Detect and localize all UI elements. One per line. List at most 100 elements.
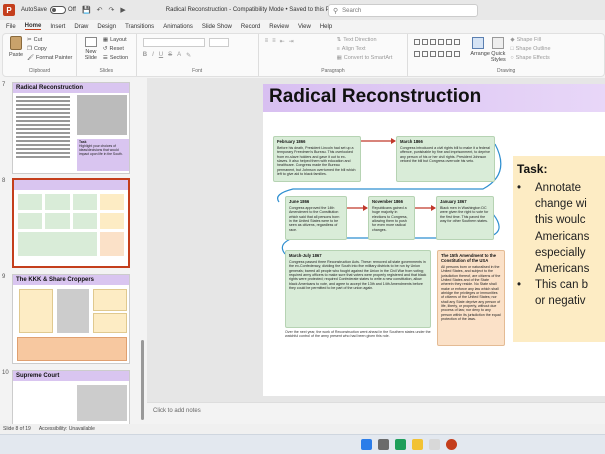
italic-icon[interactable]: I: [152, 52, 154, 59]
new-slide-icon: [84, 37, 97, 47]
clipboard-group-label: Clipboard: [28, 68, 51, 74]
timeline-connectors: [277, 138, 502, 255]
shape-outline-button[interactable]: □ Shape Outline: [510, 46, 550, 52]
slide-thumbnail-7[interactable]: Radical Reconstruction Task Highlight yo…: [12, 82, 130, 174]
menu-tab-design[interactable]: Design: [97, 24, 116, 30]
redo-icon[interactable]: ↷: [109, 6, 115, 14]
slide-counter: Slide 8 of 19: [3, 426, 31, 432]
text-direction-button[interactable]: ⇅ Text Direction: [337, 37, 377, 43]
shape-fill-button[interactable]: ◆ Shape Fill: [510, 37, 541, 43]
decrease-indent-icon[interactable]: ⇤: [280, 38, 285, 45]
menu-tab-draw[interactable]: Draw: [74, 24, 88, 30]
format-painter-button[interactable]: 🖌 Format Painter: [27, 55, 72, 61]
menu-tab-help[interactable]: Help: [320, 24, 332, 30]
notes-pane[interactable]: Click to add notes: [147, 402, 605, 424]
paste-button[interactable]: Paste: [9, 36, 23, 58]
copy-icon: ❐: [27, 46, 32, 52]
section-icon: ☰: [102, 55, 108, 61]
underline-icon[interactable]: U: [159, 52, 163, 59]
slide-thumbnail-8[interactable]: [12, 178, 130, 268]
font-color-icon[interactable]: A: [177, 52, 181, 59]
effects-icon: ○: [510, 55, 514, 61]
thumbnail-scrollbar[interactable]: [141, 340, 144, 420]
shapes-gallery[interactable]: [414, 39, 462, 61]
ribbon: Paste ✂ Cut ❐ Copy 🖌 Format Painter Clipboa…: [2, 33, 605, 77]
autosave-label: AutoSave: [21, 7, 48, 13]
task-line: This can b: [535, 279, 589, 292]
numbering-icon[interactable]: ≡: [272, 38, 276, 45]
drawing-group-label: Drawing: [496, 68, 516, 74]
slide-thumbnail-9[interactable]: The KKK & Share Croppers: [12, 274, 130, 364]
windows-start-icon[interactable]: [361, 439, 372, 450]
slides-group-label: Slides: [99, 68, 114, 74]
current-slide[interactable]: Radical Reconstruction February 1866 Bef…: [263, 84, 605, 396]
menu-tab-home[interactable]: Home: [24, 23, 42, 30]
windows-taskbar: [0, 434, 605, 454]
undo-icon[interactable]: ↶: [97, 6, 103, 14]
taskbar-app-icon[interactable]: [429, 439, 440, 450]
arrange-icon: [472, 37, 485, 49]
menu-tab-view[interactable]: View: [298, 24, 311, 30]
accessibility-status[interactable]: Accessibility: Unavailable: [39, 426, 95, 432]
strikethrough-icon[interactable]: S: [168, 52, 172, 59]
present-icon[interactable]: ▶: [120, 6, 125, 14]
smartart-button[interactable]: ▦ Convert to SmartArt: [337, 55, 393, 61]
reset-button[interactable]: ↺ Reset: [103, 46, 124, 52]
highlight-icon[interactable]: ✎: [186, 52, 191, 59]
bullets-icon[interactable]: ≡: [265, 38, 269, 45]
section-button[interactable]: ☰ Section: [103, 55, 128, 61]
align-text-button[interactable]: ≡ Align Text: [337, 46, 366, 52]
cut-button[interactable]: ✂ Cut: [27, 37, 42, 43]
file-explorer-icon[interactable]: [412, 439, 423, 450]
thumbnail-title: The KKK & Share Croppers: [13, 275, 129, 285]
shape-effects-button[interactable]: ○ Shape Effects: [510, 55, 549, 61]
copy-button[interactable]: ❐ Copy: [27, 46, 47, 52]
task-panel: Task: • Annotate change wi this woulc Americ…: [513, 156, 605, 342]
increase-indent-icon[interactable]: ⇥: [289, 38, 294, 45]
font-group-label: Font: [192, 68, 203, 74]
save-icon[interactable]: 💾: [82, 6, 91, 14]
quick-access-toolbar: 💾 ↶ ↷ ▶: [82, 6, 126, 14]
font-group: B I U S A ✎ Font: [137, 34, 259, 76]
font-size-box[interactable]: [208, 38, 229, 47]
paragraph-format-row: ≡ ≡ ⇤ ⇥: [265, 38, 294, 45]
thumbnail-title: Radical Reconstruction: [13, 83, 129, 93]
slide-thumbnail-pane: 7 Radical Reconstruction Task Highlight …: [0, 78, 146, 424]
slide-canvas: Radical Reconstruction February 1866 Bef…: [147, 78, 605, 402]
search-taskbar-icon[interactable]: [378, 439, 389, 450]
paragraph-group: ≡ ≡ ⇤ ⇥ ⇅ Text Direction ≡ Align Text ▦ Con…: [259, 34, 409, 76]
drawing-group: Arrange Quick Styles ◆ Shape Fill □ Shape …: [408, 34, 604, 76]
menu-tab-review[interactable]: Review: [269, 24, 289, 30]
font-name-box[interactable]: [142, 38, 205, 47]
text-direction-icon: ⇅: [336, 37, 342, 43]
timeline-box-mar-1866: March 1866 Congress introduced a civil r…: [396, 136, 495, 182]
smartart-icon: ▦: [336, 55, 342, 61]
menu-tab-insert[interactable]: Insert: [50, 24, 65, 30]
menu-tab-slide-show[interactable]: Slide Show: [202, 24, 232, 30]
thumbnail-title: Supreme Court: [13, 371, 129, 381]
arrange-button[interactable]: Arrange: [470, 37, 490, 57]
paragraph-group-label: Paragraph: [321, 68, 345, 74]
edge-icon[interactable]: [395, 439, 406, 450]
document-title: Radical Reconstruction - Compatibility M…: [165, 7, 334, 13]
new-slide-button[interactable]: New Slide: [83, 37, 99, 61]
menu-tab-file[interactable]: File: [6, 24, 16, 30]
powerpoint-taskbar-icon[interactable]: [446, 439, 457, 450]
menu-tab-record[interactable]: Record: [241, 24, 260, 30]
outline-icon: □: [510, 46, 514, 52]
layout-button[interactable]: ▦ Layout: [103, 37, 127, 43]
task-line: or negativ: [535, 295, 586, 308]
status-bar: Slide 8 of 19 Accessibility: Unavailable: [0, 424, 605, 434]
clipboard-group: Paste ✂ Cut ❐ Copy 🖌 Format Painter Clipboa…: [3, 34, 77, 76]
timeline-box-feb-1866: February 1866 Before his death, Presiden…: [273, 136, 361, 182]
brush-icon: 🖌: [27, 55, 34, 61]
search-box[interactable]: ⚲ Search: [328, 4, 478, 17]
autosave-toggle[interactable]: [50, 6, 67, 14]
illustration-image: [77, 95, 127, 135]
scissors-icon: ✂: [27, 37, 32, 43]
bold-icon[interactable]: B: [143, 52, 147, 59]
slide-thumbnail-10[interactable]: Supreme Court: [12, 370, 130, 424]
menu-tab-transitions[interactable]: Transitions: [125, 24, 154, 30]
menu-tab-animations[interactable]: Animations: [163, 24, 193, 30]
quick-styles-button[interactable]: Quick Styles: [490, 37, 506, 63]
